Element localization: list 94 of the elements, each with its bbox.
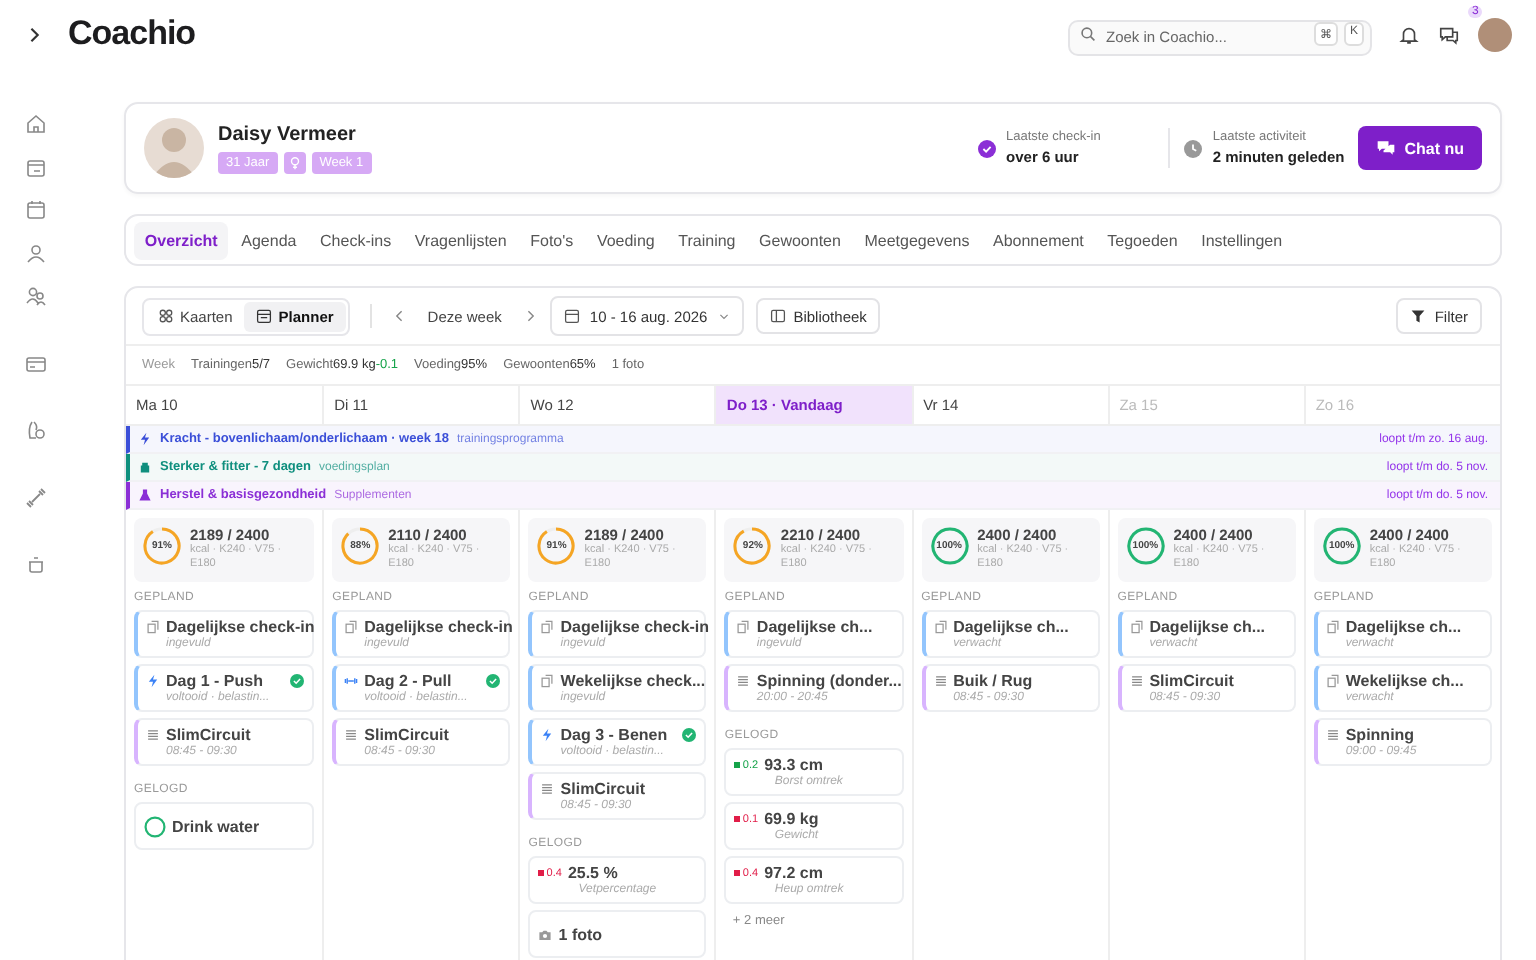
female-icon (283, 151, 306, 173)
list-icon (736, 674, 751, 688)
clipboard-icon (540, 620, 555, 634)
photo-count: 1 foto (558, 925, 603, 943)
clipboard-icon (1129, 620, 1144, 634)
habit-title: Drink water (172, 817, 260, 835)
lightning-icon (146, 674, 160, 688)
tab[interactable]: Vragenlijsten (403, 221, 518, 259)
clipboard-icon (1325, 674, 1340, 688)
measurement-value: 97.2 cm (764, 864, 823, 882)
measurement-value: 25.5 % (567, 864, 618, 882)
sidebar-panel-icon (769, 308, 786, 324)
item-title: SlimCircuit (364, 726, 449, 744)
progress-ring (1321, 526, 1362, 566)
credit-card-icon[interactable] (24, 351, 48, 375)
grid-icon (158, 308, 174, 324)
tab[interactable]: Overzicht (134, 221, 229, 259)
item-title: Dagelijkse ch... (1345, 618, 1462, 636)
item-title: Dagelijkse ch... (756, 618, 873, 636)
measurement-value: 69.9 kg (764, 810, 819, 828)
clipboard-icon (344, 620, 359, 634)
home-icon[interactable] (24, 112, 48, 136)
item-title: Dag 2 - Pull (364, 672, 452, 690)
list-icon (1325, 728, 1340, 742)
item-title: Spinning (donder... (756, 672, 902, 690)
item-title: Dagelijkse check-in (166, 618, 315, 636)
progress-ring (732, 526, 773, 566)
logged-item[interactable]: 1 foto (528, 910, 707, 958)
measurement-value: 93.3 cm (764, 756, 823, 774)
clipboard-icon (933, 620, 948, 634)
tab[interactable]: Training (667, 221, 747, 259)
habit-ring-icon (144, 815, 166, 837)
list-icon (146, 728, 160, 742)
progress-ring (929, 526, 970, 566)
list-icon (1129, 674, 1144, 688)
filter-icon (1410, 308, 1427, 324)
calendar-icon[interactable] (24, 198, 48, 222)
item-title: Wekelijkse ch... (1345, 672, 1464, 690)
bell-icon[interactable] (1398, 23, 1420, 45)
tab[interactable]: Gewoonten (748, 221, 852, 259)
dumbbell-icon (344, 674, 359, 688)
progress-ring (536, 526, 577, 566)
clipboard-icon (736, 620, 751, 634)
users-icon[interactable] (24, 284, 48, 308)
item-title: Wekelijkse check... (560, 672, 706, 690)
tab[interactable]: Instellingen (1190, 221, 1293, 259)
item-title: SlimCircuit (560, 780, 646, 798)
item-title: SlimCircuit (1149, 672, 1234, 690)
chat-icon (1376, 138, 1397, 158)
tab[interactable]: Tegoeden (1096, 221, 1189, 259)
item-title: Dagelijkse check-in (364, 618, 513, 636)
expand-icon[interactable] (26, 25, 44, 43)
progress-ring (340, 526, 381, 566)
camera-icon (538, 927, 553, 941)
chat-button[interactable]: Chat nu (1358, 126, 1482, 170)
previous-icon[interactable] (391, 308, 408, 324)
list-icon (344, 728, 359, 742)
tab[interactable]: Agenda (230, 221, 308, 259)
tab[interactable]: Meetgegevens (853, 221, 981, 259)
calendar-icon (563, 308, 580, 324)
client-avatar (144, 118, 204, 178)
item-title: Buik / Rug (953, 672, 1033, 690)
progress-ring (142, 526, 182, 566)
chat-icon[interactable] (1438, 23, 1460, 45)
item-title: Dagelijkse ch... (1149, 618, 1266, 636)
tab[interactable]: Voeding (586, 221, 666, 259)
progress-ring (1125, 526, 1166, 566)
item-title: Dagelijkse ch... (953, 618, 1069, 636)
list-icon (540, 782, 555, 796)
clipboard-icon (1325, 620, 1340, 634)
logged-item[interactable]: Drink water (134, 802, 315, 850)
item-title: Dag 1 - Push (166, 672, 263, 690)
item-title: SlimCircuit (166, 726, 251, 744)
tab[interactable]: Abonnement (982, 221, 1095, 259)
calendar-icon[interactable] (24, 155, 48, 179)
caret-icon (717, 310, 730, 322)
list-icon (933, 674, 948, 688)
clipboard-icon (540, 674, 555, 688)
item-title: Dag 3 - Benen (560, 726, 668, 744)
clock-icon (1184, 139, 1203, 157)
user-avatar[interactable] (1478, 17, 1512, 51)
tab[interactable]: Foto's (519, 221, 585, 259)
client-name: Daisy Vermeer (218, 123, 358, 145)
item-title: Dagelijkse check-in (560, 618, 710, 636)
search-icon (1080, 26, 1096, 42)
calendar-icon (256, 308, 273, 324)
clipboard-icon (146, 620, 160, 634)
tab[interactable]: Check-ins (309, 221, 402, 259)
item-title: Spinning (1345, 726, 1415, 744)
dumbbell-icon[interactable] (24, 485, 48, 509)
pot-icon[interactable] (24, 552, 48, 576)
check-circle-icon (978, 139, 997, 157)
logo: Coachio (68, 14, 196, 54)
lightning-icon (540, 728, 555, 742)
